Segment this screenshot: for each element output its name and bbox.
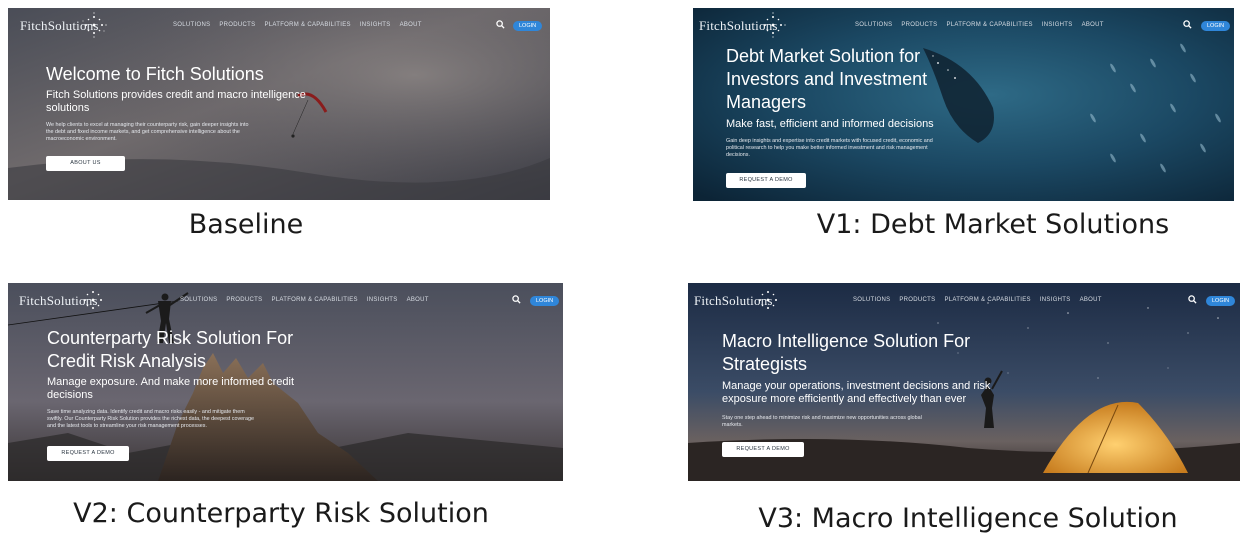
menu-insights[interactable]: INSIGHTS xyxy=(360,22,391,28)
search-icon[interactable] xyxy=(496,20,505,29)
menu-products[interactable]: PRODUCTS xyxy=(226,297,262,303)
menu-insights[interactable]: INSIGHTS xyxy=(1040,297,1071,303)
login-button[interactable]: LOGIN xyxy=(513,21,543,31)
main-menu: SOLUTIONS PRODUCTS PLATFORM & CAPABILITI… xyxy=(853,297,1102,303)
hero-description: Save time analyzing data. Identify credi… xyxy=(47,409,254,429)
search-icon[interactable] xyxy=(512,295,521,304)
main-menu: SOLUTIONS PRODUCTS PLATFORM & CAPABILITI… xyxy=(855,22,1104,28)
menu-solutions[interactable]: SOLUTIONS xyxy=(173,22,210,28)
hero-description: Stay one step ahead to minimize risk and… xyxy=(722,415,922,428)
about-us-button[interactable]: ABOUT US xyxy=(46,156,125,171)
site-header: FitchSolutions SOLUTIONS PRODUCTS PLATFO… xyxy=(8,8,550,44)
menu-about[interactable]: ABOUT xyxy=(407,297,429,303)
hero-title: Debt Market Solution for Investors and I… xyxy=(726,46,928,112)
screenshot-v3-macro-intelligence: FitchSolutions SOLUTIONS PRODUCTS PLATFO… xyxy=(688,283,1240,481)
search-icon[interactable] xyxy=(1183,20,1192,29)
login-button[interactable]: LOGIN xyxy=(1201,21,1231,31)
hero-description: We help clients to excel at managing the… xyxy=(46,122,249,142)
caption-baseline: Baseline xyxy=(188,209,304,240)
login-button[interactable]: LOGIN xyxy=(530,296,560,306)
starburst-logo-icon xyxy=(84,291,102,309)
menu-solutions[interactable]: SOLUTIONS xyxy=(180,297,217,303)
hero-subtitle: Manage exposure. And make more informed … xyxy=(47,376,295,401)
menu-about[interactable]: ABOUT xyxy=(1082,22,1104,28)
menu-solutions[interactable]: SOLUTIONS xyxy=(855,22,892,28)
menu-about[interactable]: ABOUT xyxy=(1080,297,1102,303)
starburst-logo-icon xyxy=(764,12,786,38)
menu-about[interactable]: ABOUT xyxy=(400,22,422,28)
hero-title: Welcome to Fitch Solutions xyxy=(46,64,264,84)
menu-platform[interactable]: PLATFORM & CAPABILITIES xyxy=(271,297,357,303)
site-header: FitchSolutions SOLUTIONS PRODUCTS PLATFO… xyxy=(8,283,563,319)
hero-description: Gain deep insights and expertise into cr… xyxy=(726,138,933,158)
menu-solutions[interactable]: SOLUTIONS xyxy=(853,297,890,303)
menu-products[interactable]: PRODUCTS xyxy=(901,22,937,28)
request-demo-button[interactable]: REQUEST A DEMO xyxy=(47,446,129,461)
menu-insights[interactable]: INSIGHTS xyxy=(367,297,398,303)
starburst-logo-icon xyxy=(82,12,107,38)
login-button[interactable]: LOGIN xyxy=(1206,296,1236,306)
main-menu: SOLUTIONS PRODUCTS PLATFORM & CAPABILITI… xyxy=(173,22,422,28)
starburst-logo-icon xyxy=(759,291,777,309)
hero-subtitle: Fitch Solutions provides credit and macr… xyxy=(46,89,306,114)
hero-title: Macro Intelligence Solution For Strategi… xyxy=(722,331,971,374)
menu-platform[interactable]: PLATFORM & CAPABILITIES xyxy=(946,22,1032,28)
caption-v2: V2: Counterparty Risk Solution xyxy=(73,498,489,529)
menu-insights[interactable]: INSIGHTS xyxy=(1042,22,1073,28)
main-menu: SOLUTIONS PRODUCTS PLATFORM & CAPABILITI… xyxy=(180,297,429,303)
menu-platform[interactable]: PLATFORM & CAPABILITIES xyxy=(944,297,1030,303)
menu-products[interactable]: PRODUCTS xyxy=(899,297,935,303)
hero-title: Counterparty Risk Solution For Credit Ri… xyxy=(47,328,294,371)
site-header: FitchSolutions SOLUTIONS PRODUCTS PLATFO… xyxy=(688,283,1240,319)
menu-products[interactable]: PRODUCTS xyxy=(219,22,255,28)
caption-v3: V3: Macro Intelligence Solution xyxy=(758,503,1178,534)
caption-v1: V1: Debt Market Solutions xyxy=(816,209,1170,240)
screenshot-v1-debt-market: FitchSolutions SOLUTIONS PRODUCTS PLATFO… xyxy=(693,8,1234,201)
search-icon[interactable] xyxy=(1188,295,1197,304)
screenshot-v2-counterparty-risk: FitchSolutions SOLUTIONS PRODUCTS PLATFO… xyxy=(8,283,563,481)
site-header: FitchSolutions SOLUTIONS PRODUCTS PLATFO… xyxy=(693,8,1234,44)
request-demo-button[interactable]: REQUEST A DEMO xyxy=(722,442,804,457)
screenshot-baseline: FitchSolutions SOLUTIONS PRODUCTS PLATFO… xyxy=(8,8,550,200)
hero-subtitle: Make fast, efficient and informed decisi… xyxy=(726,118,934,130)
menu-platform[interactable]: PLATFORM & CAPABILITIES xyxy=(264,22,350,28)
hero-subtitle: Manage your operations, investment decis… xyxy=(722,380,991,405)
request-demo-button[interactable]: REQUEST A DEMO xyxy=(726,173,806,188)
